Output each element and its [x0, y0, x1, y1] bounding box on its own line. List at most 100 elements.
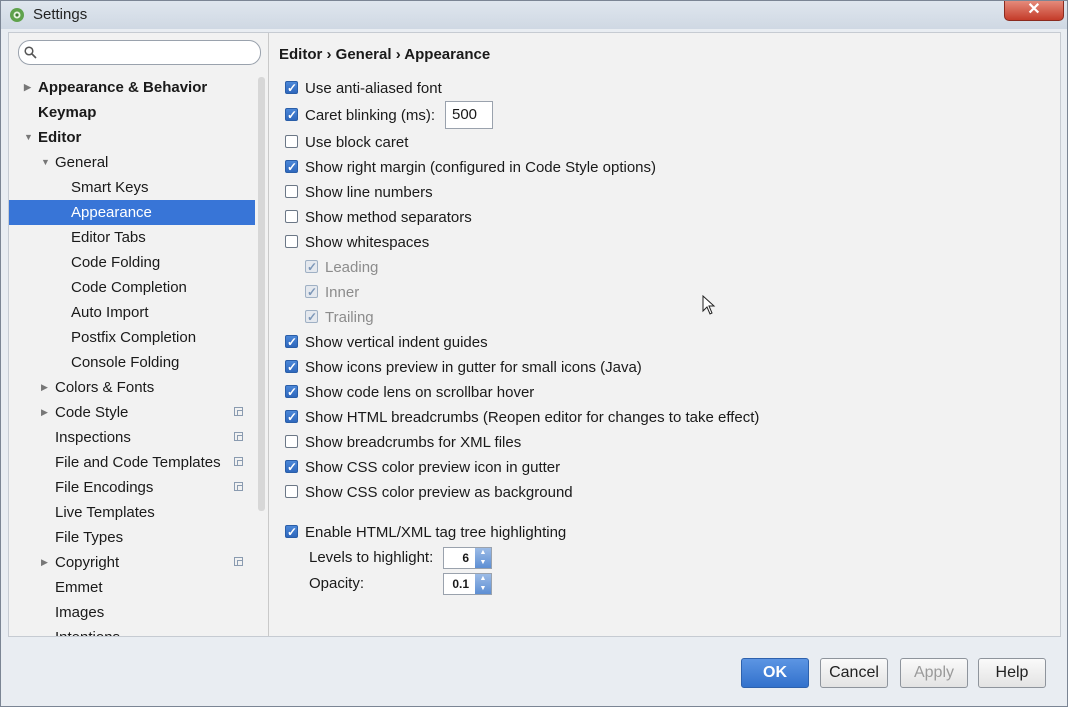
title-bar[interactable]: Settings ✕	[1, 1, 1067, 29]
tag-tree-label: Enable HTML/XML tag tree highlighting	[305, 524, 567, 541]
caret-blinking-input[interactable]: 500	[445, 101, 493, 129]
method-separators-checkbox[interactable]	[285, 210, 298, 223]
tree-item-postfix-completion[interactable]: Postfix Completion	[9, 325, 255, 350]
spin-up-icon[interactable]: ▲	[475, 548, 491, 558]
expand-down-icon[interactable]: ▼	[41, 150, 51, 175]
close-button[interactable]: ✕	[1004, 1, 1064, 21]
tree-item-label: Keymap	[38, 104, 97, 121]
tree-item-label: Emmet	[55, 579, 103, 596]
trailing-checkbox[interactable]	[305, 307, 318, 327]
tree-item-intentions[interactable]: Intentions	[9, 625, 255, 636]
whitespaces-label: Show whitespaces	[305, 234, 430, 251]
line-numbers-checkbox[interactable]	[285, 185, 298, 198]
tree-item-label: Code Style	[55, 404, 129, 421]
tree-item-label: Code Folding	[71, 254, 161, 271]
tree-item-code-folding[interactable]: Code Folding	[9, 250, 255, 275]
tree-item-images[interactable]: Images	[9, 600, 255, 625]
tree-item-smart-keys[interactable]: Smart Keys	[9, 175, 255, 200]
tree-item-label: File Types	[55, 529, 124, 546]
levels-value: 6	[462, 551, 469, 565]
icons-preview-label: Show icons preview in gutter for small i…	[305, 359, 642, 376]
search-input[interactable]	[41, 43, 255, 63]
anti-aliased-label: Use anti-aliased font	[305, 80, 442, 97]
expand-right-icon[interactable]: ▶	[41, 550, 51, 575]
expand-right-icon[interactable]: ▶	[24, 75, 34, 100]
tree-item-console-folding[interactable]: Console Folding	[9, 350, 255, 375]
tree-item-editor[interactable]: ▼ Editor	[9, 125, 255, 150]
tree-item-label: Inspections	[55, 429, 131, 446]
tree-item-general[interactable]: ▼ General	[9, 150, 255, 175]
project-settings-icon	[234, 407, 243, 416]
spin-down-icon[interactable]: ▼	[475, 584, 491, 594]
tree-item-emmet[interactable]: Emmet	[9, 575, 255, 600]
tree-item-colors-fonts[interactable]: ▶ Colors & Fonts	[9, 375, 255, 400]
spin-up-icon[interactable]: ▲	[475, 574, 491, 584]
code-lens-checkbox[interactable]	[285, 382, 298, 402]
tree-item-label: File Encodings	[55, 479, 154, 496]
tree-item-label: Images	[55, 604, 105, 621]
tree-item-code-style[interactable]: ▶ Code Style	[9, 400, 255, 425]
settings-content: Editor › General › Appearance Use anti-a…	[277, 33, 1060, 636]
tree-item-auto-import[interactable]: Auto Import	[9, 300, 255, 325]
tree-item-file-encodings[interactable]: File Encodings	[9, 475, 255, 500]
close-icon: ✕	[1027, 1, 1041, 18]
anti-aliased-checkbox[interactable]	[285, 78, 298, 98]
tree-scrollbar[interactable]	[258, 77, 265, 511]
mouse-cursor-icon	[702, 295, 716, 315]
apply-button[interactable]: Apply	[900, 658, 968, 688]
tree-item-inspections[interactable]: Inspections	[9, 425, 255, 450]
project-settings-icon	[234, 457, 243, 466]
code-lens-label: Show code lens on scrollbar hover	[305, 384, 535, 401]
line-numbers-label: Show line numbers	[305, 184, 433, 201]
ok-button[interactable]: OK	[741, 658, 809, 688]
xml-breadcrumbs-checkbox[interactable]	[285, 435, 298, 448]
opacity-value: 0.1	[452, 577, 469, 591]
tree-item-file-and-code-templates[interactable]: File and Code Templates	[9, 450, 255, 475]
tree-item-code-completion[interactable]: Code Completion	[9, 275, 255, 300]
caret-blinking-label: Caret blinking (ms):	[305, 107, 436, 124]
leading-label: Leading	[325, 259, 379, 276]
trailing-label: Trailing	[325, 309, 374, 326]
tree-item-editor-tabs[interactable]: Editor Tabs	[9, 225, 255, 250]
html-breadcrumbs-checkbox[interactable]	[285, 407, 298, 427]
help-button[interactable]: Help	[978, 658, 1046, 688]
tree-item-label: Editor	[38, 129, 82, 146]
breadcrumb: Editor › General › Appearance	[279, 46, 491, 63]
tree-item-copyright[interactable]: ▶ Copyright	[9, 550, 255, 575]
tree-item-file-types[interactable]: File Types	[9, 525, 255, 550]
tree-item-live-templates[interactable]: Live Templates	[9, 500, 255, 525]
tree-item-label: Code Completion	[71, 279, 187, 296]
project-settings-icon	[234, 557, 243, 566]
right-margin-checkbox[interactable]	[285, 157, 298, 177]
whitespaces-checkbox[interactable]	[285, 235, 298, 248]
cancel-button[interactable]: Cancel	[820, 658, 888, 688]
css-color-icon-checkbox[interactable]	[285, 457, 298, 477]
indent-guides-label: Show vertical indent guides	[305, 334, 488, 351]
css-color-bg-checkbox[interactable]	[285, 485, 298, 498]
tree-item-keymap[interactable]: Keymap	[9, 100, 255, 125]
expand-right-icon[interactable]: ▶	[41, 375, 51, 400]
tree-item-label: Intentions	[55, 625, 120, 636]
opacity-label: Opacity:	[309, 575, 365, 592]
indent-guides-checkbox[interactable]	[285, 332, 298, 352]
expand-right-icon[interactable]: ▶	[41, 400, 51, 425]
opacity-spinner[interactable]: 0.1 ▲ ▼	[443, 573, 492, 595]
settings-window: Settings ✕ ▶ Appearance & Behavior Keymap ▼…	[0, 0, 1068, 707]
tree-item-label: Colors & Fonts	[55, 379, 155, 396]
tag-tree-checkbox[interactable]	[285, 522, 298, 542]
caret-blinking-checkbox[interactable]	[285, 105, 298, 125]
block-caret-checkbox[interactable]	[285, 135, 298, 148]
spin-down-icon[interactable]: ▼	[475, 558, 491, 568]
expand-down-icon[interactable]: ▼	[24, 125, 34, 150]
tree-item-appearance[interactable]: Appearance	[9, 200, 255, 225]
inner-checkbox[interactable]	[305, 282, 318, 302]
tree-item-appearance-behavior[interactable]: ▶ Appearance & Behavior	[9, 75, 255, 100]
leading-checkbox[interactable]	[305, 257, 318, 277]
levels-spinner[interactable]: 6 ▲ ▼	[443, 547, 492, 569]
inner-label: Inner	[325, 284, 360, 301]
search-box[interactable]	[18, 40, 261, 65]
settings-tree: ▶ Appearance & Behavior Keymap ▼ Editor ▼ Gene…	[9, 75, 255, 636]
settings-body: ▶ Appearance & Behavior Keymap ▼ Editor ▼ Gene…	[8, 32, 1061, 637]
icons-preview-checkbox[interactable]	[285, 357, 298, 377]
tree-item-label: Auto Import	[71, 304, 149, 321]
